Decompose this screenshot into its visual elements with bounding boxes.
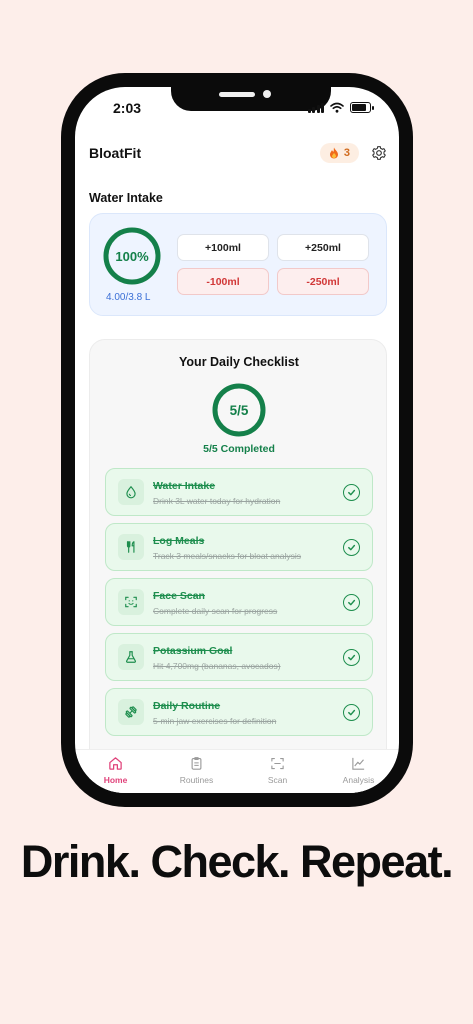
task-description: Drink 3L water today for hydration (153, 496, 281, 506)
header-actions: 3 (319, 143, 387, 163)
status-icons (307, 102, 374, 113)
app-title: BloatFit (89, 145, 142, 161)
tab-label: Scan (267, 775, 288, 785)
checklist-title: Your Daily Checklist (179, 355, 299, 369)
gear-icon[interactable] (371, 145, 387, 161)
add-250ml-button[interactable]: +250ml (277, 234, 369, 261)
add-100ml-button[interactable]: +100ml (177, 234, 269, 261)
tab-home[interactable]: Home (75, 750, 156, 793)
task-name: Face Scan (153, 590, 205, 602)
tab-analysis[interactable]: Analysis (318, 750, 399, 793)
face-scan-icon (118, 589, 144, 615)
checkmark-icon[interactable] (343, 539, 360, 556)
remove-250ml-button[interactable]: -250ml (277, 268, 369, 295)
water-percent: 100% (115, 248, 149, 264)
tab-routines[interactable]: Routines (156, 750, 237, 793)
task-name: Log Meals (153, 535, 205, 547)
wifi-icon (330, 102, 344, 113)
fork-knife-icon (118, 534, 144, 560)
task-face-scan[interactable]: Face Scan Complete daily scan for progre… (105, 578, 373, 626)
streak-count: 3 (343, 147, 350, 159)
remove-100ml-button[interactable]: -100ml (177, 268, 269, 295)
task-description: Complete daily scan for progress (153, 606, 278, 616)
streak-badge[interactable]: 3 (319, 143, 359, 163)
checkmark-icon[interactable] (343, 594, 360, 611)
marketing-tagline: Drink. Check. Repeat. (20, 836, 454, 887)
water-amount: 4.00/3.8 L (106, 292, 151, 303)
task-name: Potassium Goal (153, 645, 233, 657)
task-potassium-goal[interactable]: Potassium Goal Hit 4,700mg (bananas, avo… (105, 633, 373, 681)
task-water-intake[interactable]: Water Intake Drink 3L water today for hy… (105, 468, 373, 516)
bottom-tab-bar: Home Routines Scan Analysis (75, 749, 399, 793)
status-time: 2:03 (113, 100, 142, 116)
clipboard-icon (191, 757, 202, 770)
checkmark-icon[interactable] (343, 649, 360, 666)
checklist-progress-ring: 5/5 (211, 382, 267, 438)
checklist-completed-text: 5/5 Completed (203, 443, 275, 455)
signal-icon (307, 102, 324, 113)
battery-icon (350, 102, 374, 113)
tab-label: Analysis (342, 775, 375, 785)
water-intake-card: 100% 4.00/3.8 L +100ml +250ml -100ml -25… (89, 213, 387, 316)
task-name: Water Intake (153, 480, 216, 492)
tab-label: Routines (179, 775, 214, 785)
checkmark-icon[interactable] (343, 704, 360, 721)
task-description: Track 3 meals/snacks for bloat analysis (153, 551, 302, 561)
water-drop-icon (118, 479, 144, 505)
flask-icon (118, 644, 144, 670)
task-daily-routine[interactable]: Daily Routine 5-min jaw exercises for de… (105, 688, 373, 736)
app-screen: 2:03 BloatFit 3 Water Intake 100% 4.00/3… (75, 87, 399, 793)
checklist-ring-value: 5/5 (229, 402, 249, 418)
app-header: BloatFit 3 (89, 141, 387, 165)
fire-icon (329, 147, 338, 159)
checkmark-icon[interactable] (343, 484, 360, 501)
task-description: Hit 4,700mg (bananas, avocados) (153, 661, 281, 671)
tab-scan[interactable]: Scan (237, 750, 318, 793)
tab-label: Home (103, 775, 128, 785)
task-description: 5-min jaw exercises for definition (153, 716, 277, 726)
task-name: Daily Routine (153, 700, 221, 712)
water-progress-ring: 100% (102, 226, 162, 286)
daily-checklist-card: Your Daily Checklist 5/5 5/5 Completed W… (89, 339, 387, 793)
water-section-label: Water Intake (89, 191, 163, 205)
scan-icon (271, 757, 284, 770)
home-icon (109, 757, 122, 770)
dumbbell-icon (118, 699, 144, 725)
chart-icon (352, 757, 365, 770)
task-log-meals[interactable]: Log Meals Track 3 meals/snacks for bloat… (105, 523, 373, 571)
phone-frame: 2:03 BloatFit 3 Water Intake 100% 4.00/3… (61, 73, 413, 807)
